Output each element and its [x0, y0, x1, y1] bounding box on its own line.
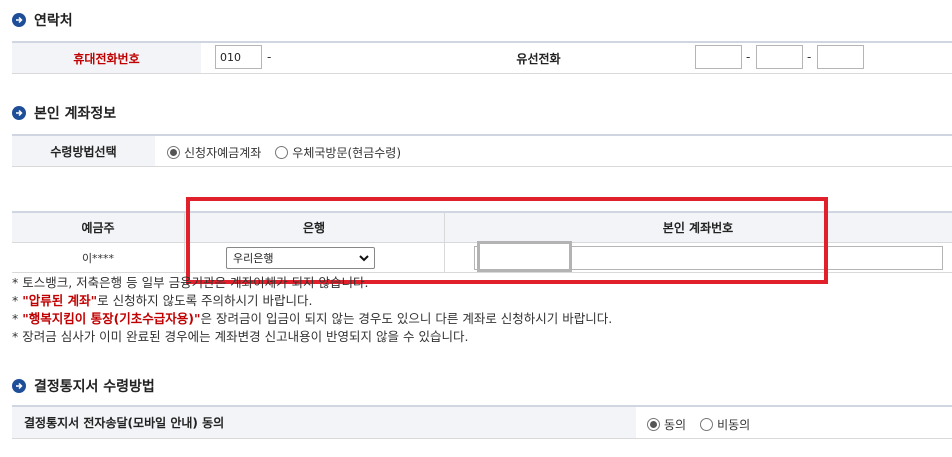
- section-title-text: 본인 계좌정보: [34, 106, 117, 122]
- landline-part1-input[interactable]: [695, 45, 742, 69]
- consent-row: 결정통지서 전자송달(모바일 안내) 동의: [12, 405, 952, 439]
- notice-line: * 토스뱅크, 저축은행 등 일부 금융기관은 계좌이체가 되지 않습니다.: [12, 275, 369, 290]
- radio-label: 동의: [664, 418, 687, 432]
- receipt-method-label: 수령방법선택: [12, 136, 155, 166]
- header-bank: 은행: [302, 221, 326, 235]
- consent-label: 결정통지서 전자송달(모바일 안내) 동의: [12, 407, 636, 438]
- radio-deposit-account[interactable]: [167, 146, 180, 159]
- dash: -: [746, 50, 751, 64]
- landline-part2-input[interactable]: [756, 45, 803, 69]
- notice-line: * 장려금 심사가 이미 완료된 경우에는 계좌변경 신고내용이 반영되지 않을…: [12, 329, 469, 344]
- radio-disagree[interactable]: [700, 418, 714, 431]
- divider: [444, 243, 445, 272]
- notice-list: * 토스뱅크, 저축은행 등 일부 금융기관은 계좌이체가 되지 않습니다. *…: [12, 274, 612, 346]
- receipt-method-row: 수령방법선택: [12, 134, 952, 167]
- dash: -: [807, 50, 812, 64]
- account-number-focus-box: [477, 241, 572, 272]
- receipt-method-options: 신청자예금계좌 우체국방문(현금수령): [167, 144, 411, 161]
- section-title-account: 본인 계좌정보: [12, 103, 116, 123]
- bank-select[interactable]: 우리은행: [226, 247, 375, 269]
- arrow-right-icon: [12, 379, 26, 393]
- chevron-down-icon: [359, 255, 369, 262]
- radio-label: 신청자예금계좌: [184, 146, 262, 160]
- mobile-prefix-input[interactable]: [215, 45, 262, 69]
- radio-label: 우체국방문(현금수령): [292, 146, 402, 160]
- section-title-text: 연락처: [34, 13, 73, 29]
- radio-post-office[interactable]: [275, 146, 289, 159]
- section-title-notice: 결정통지서 수령방법: [12, 376, 155, 396]
- header-holder: 예금주: [81, 221, 115, 235]
- dash: -: [267, 50, 272, 64]
- landline-label: 유선전화: [391, 43, 686, 73]
- notice-red-text: "행복지킴이 통장(기초수급자용)": [22, 311, 201, 326]
- landline-part3-input[interactable]: [817, 45, 864, 69]
- arrow-right-icon: [12, 13, 26, 27]
- radio-agree[interactable]: [647, 418, 660, 431]
- header-account-number: 본인 계좌번호: [662, 221, 734, 235]
- account-table-header: 예금주 은행 본인 계좌번호: [12, 211, 952, 243]
- section-title-text: 결정통지서 수령방법: [34, 379, 155, 395]
- divider: [184, 213, 185, 242]
- divider: [184, 243, 185, 272]
- divider: [444, 213, 445, 242]
- mobile-label: 휴대전화번호: [12, 43, 201, 73]
- radio-label: 비동의: [717, 418, 751, 432]
- bank-select-value: 우리은행: [233, 252, 274, 265]
- consent-options: 동의 비동의: [647, 416, 760, 433]
- notice-line: * "압류된 계좌"로 신청하지 않도록 주의하시기 바랍니다.: [12, 293, 313, 308]
- arrow-right-icon: [12, 106, 26, 120]
- account-holder: 이****: [81, 251, 115, 265]
- section-title-contact: 연락처: [12, 10, 73, 30]
- notice-line: * "행복지킴이 통장(기초수급자용)"은 장려금이 입금이 되지 않는 경우도…: [12, 311, 613, 326]
- notice-red-text: "압류된 계좌": [22, 293, 98, 308]
